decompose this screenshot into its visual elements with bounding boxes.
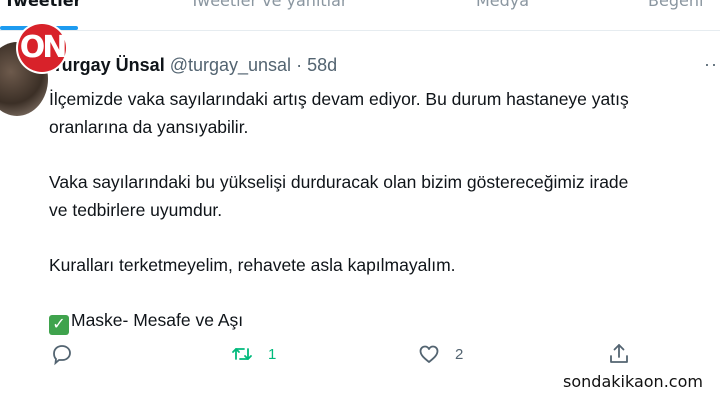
like-count: 2 [455, 345, 464, 363]
tweet-text: İlçemizde vaka sayılarındaki artış devam… [49, 85, 720, 335]
watermark: sondakikaon.com [553, 370, 713, 394]
tweet-line: Kuralları terketmeyelim, rehavete asla k… [49, 255, 456, 275]
tweet-line: İlçemizde vaka sayılarındaki artış devam… [49, 89, 629, 109]
tweet-header: Turgay Ünsal @turgay_unsal · 58d [52, 55, 337, 76]
like-button[interactable]: 2 [417, 342, 463, 366]
retweet-count: 1 [268, 345, 277, 363]
author-handle[interactable]: @turgay_unsal [170, 55, 291, 75]
share-icon [610, 344, 628, 363]
profile-tabs: Tweetler Tweetler ve yanıtlar Medya Beğe… [0, 0, 720, 31]
tab-likes[interactable]: Beğeni [648, 0, 703, 10]
share-button[interactable] [607, 342, 631, 366]
heart-icon [419, 345, 439, 363]
tab-tweets[interactable]: Tweetler [4, 0, 82, 10]
channel-logo: ON [18, 24, 67, 72]
reply-icon [53, 345, 71, 366]
retweet-button[interactable]: 1 [230, 342, 276, 366]
retweet-icon [232, 348, 252, 360]
tab-tweets-and-replies[interactable]: Tweetler ve yanıtlar [190, 0, 347, 10]
tweet-time[interactable]: 58d [307, 55, 337, 75]
tweet-line-checklist: ✓ Maske- Mesafe ve Aşı [49, 306, 720, 335]
tab-media[interactable]: Medya [476, 0, 529, 10]
author-name[interactable]: Turgay Ünsal [52, 55, 165, 75]
more-dots-icon[interactable]: ··· [704, 54, 720, 75]
tweet-line: ve tedbirlere uyumdur. [49, 200, 223, 220]
tweet-line: oranlarına da yansıyabilir. [49, 117, 249, 137]
tweet-line: Maske- Mesafe ve Aşı [71, 310, 244, 330]
check-mark-icon: ✓ [49, 315, 69, 335]
separator-dot: · [296, 55, 303, 75]
tweet-line: Vaka sayılarındaki bu yükselişi durdurac… [49, 172, 629, 192]
reply-button[interactable] [50, 342, 74, 366]
